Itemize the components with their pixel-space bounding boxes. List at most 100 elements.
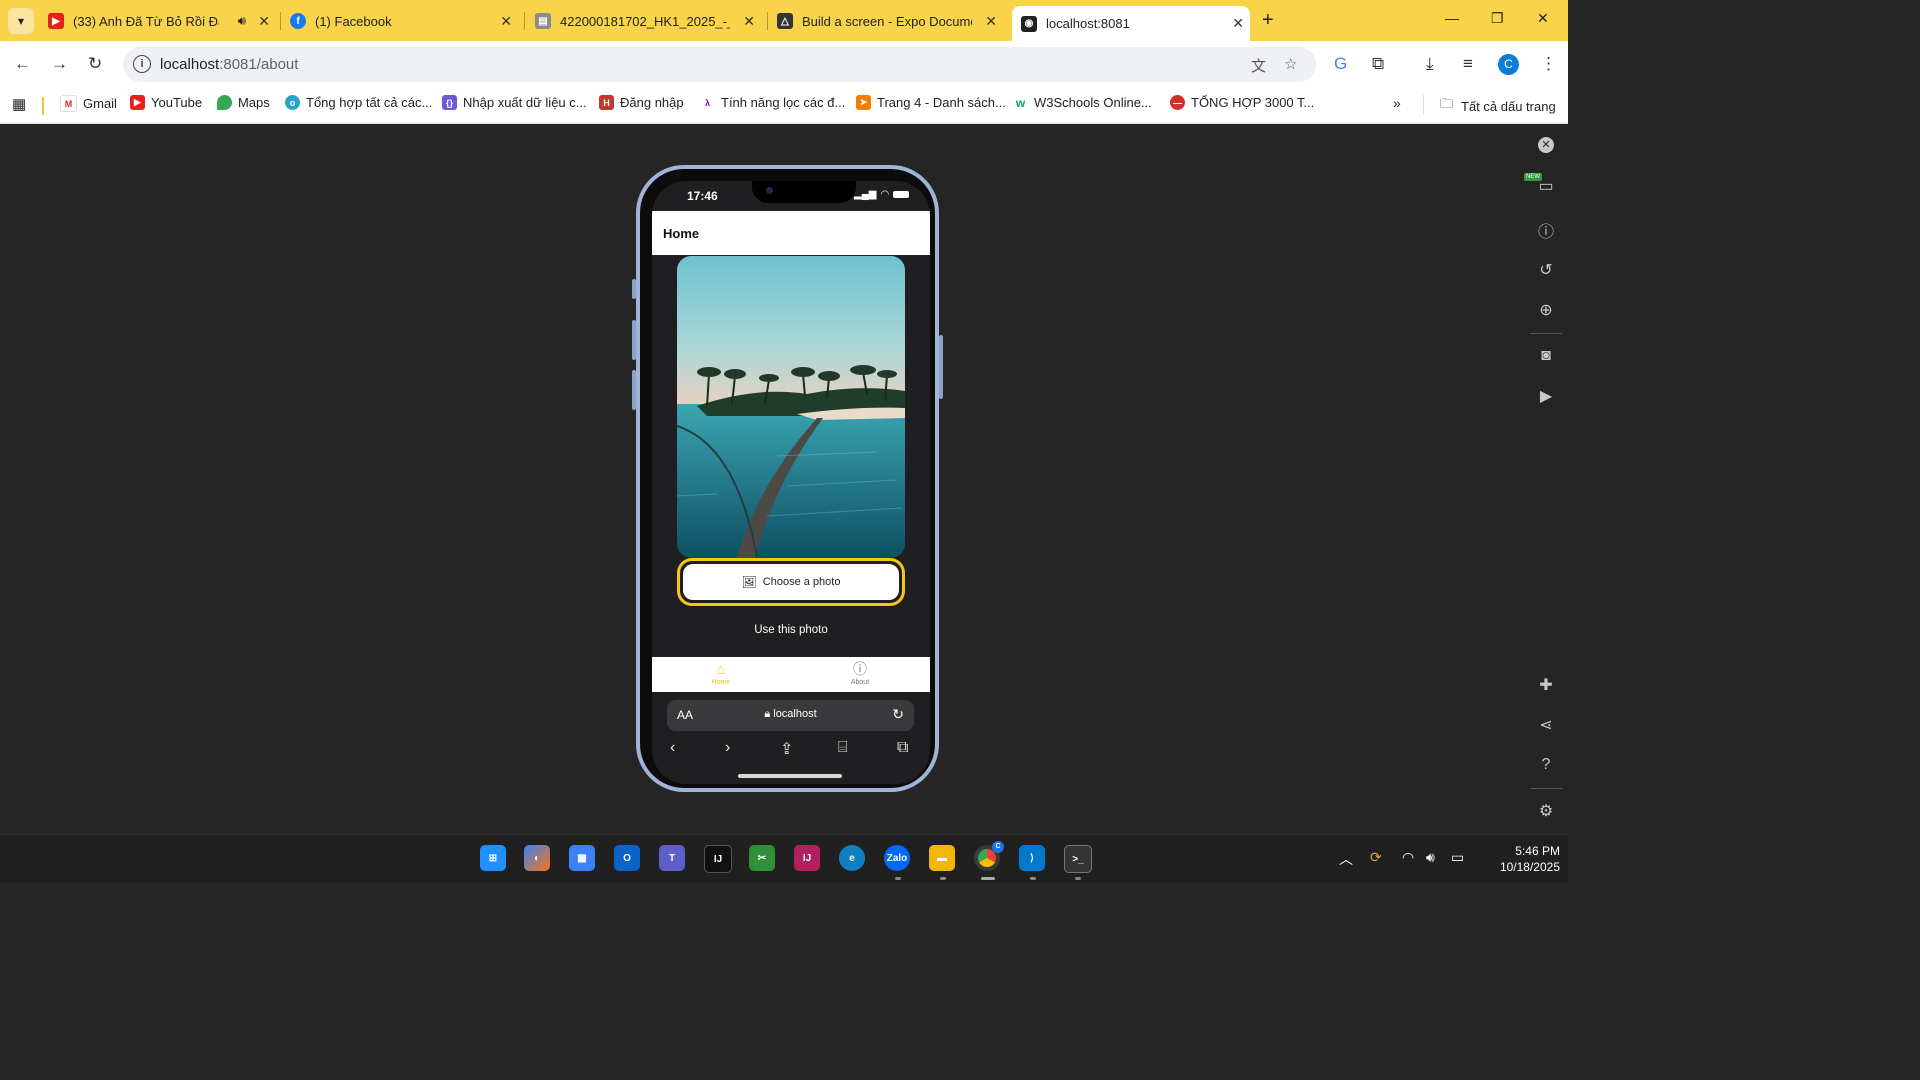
close-icon[interactable]: ✕ <box>258 13 270 30</box>
bookmark-gmail[interactable]: M Gmail <box>60 95 117 112</box>
bookmark-trang-4[interactable]: ➤ Trang 4 - Danh sách... <box>856 95 1006 110</box>
system-clock[interactable]: 5:46 PM 10/18/2025 <box>1476 843 1560 875</box>
tab-title: 422000181702_HK1_2025_-_202 <box>560 13 730 29</box>
tray-overflow-icon[interactable]: ︿ <box>1339 849 1353 869</box>
menu-kebab-icon[interactable]: ⋮ <box>1540 54 1557 74</box>
rotate-icon[interactable]: ↺ <box>1536 260 1556 280</box>
video-icon[interactable]: ▶ <box>1536 386 1556 406</box>
snipping-tool-icon[interactable]: ✂ <box>749 845 775 871</box>
close-icon[interactable]: ✕ <box>500 13 512 30</box>
gmail-icon: M <box>60 95 77 112</box>
store-icon[interactable]: ▦ <box>569 845 595 871</box>
tab-divider <box>524 12 525 30</box>
address-bar[interactable]: i localhost:8081/about 文 ☆ <box>123 47 1316 82</box>
settings-gear-icon[interactable]: ⚙ <box>1536 801 1556 821</box>
file-explorer-icon[interactable]: ▬ <box>929 845 955 871</box>
use-photo-button[interactable]: Use this photo <box>652 624 930 636</box>
battery-icon[interactable]: ▭ <box>1451 849 1464 866</box>
choose-photo-inner: 🖼︎ Choose a photo <box>683 564 899 600</box>
all-bookmarks-folder[interactable]: 🗀︎ Tất cả dấu trang <box>1440 95 1556 117</box>
safari-bookmarks-icon[interactable]: ⌸ <box>838 739 848 757</box>
site-icon: ➤ <box>856 95 871 110</box>
safari-address-bar[interactable]: AA 🔒︎ localhost ↻ <box>667 700 914 731</box>
safari-forward-icon[interactable]: › <box>725 739 730 757</box>
signal-icon: ▂▄▆ <box>854 189 877 200</box>
bookmark-nhap-xuat[interactable]: {} Nhập xuất dữ liệu c... <box>442 95 587 110</box>
safari-tabs-icon[interactable]: ⧉ <box>897 739 908 757</box>
bookmark-w3schools[interactable]: w W3Schools Online... <box>1013 95 1152 110</box>
edge-icon[interactable]: e <box>839 845 865 871</box>
url-text[interactable]: localhost:8081/about <box>160 56 298 73</box>
tab-localhost[interactable]: ◉ localhost:8081 ✕ <box>1012 6 1250 41</box>
tab-facebook[interactable]: f (1) Facebook ✕ <box>290 6 518 36</box>
more-bookmarks-icon[interactable]: » <box>1393 95 1401 111</box>
google-translate-extension-icon[interactable]: G <box>1334 54 1347 74</box>
close-icon[interactable]: ✕ <box>1232 15 1244 32</box>
bookmark-dang-nhap[interactable]: H Đăng nhập <box>599 95 684 110</box>
chrome-icon[interactable]: C <box>974 841 1004 871</box>
tab-about[interactable]: ⓘ About <box>820 661 900 686</box>
youtube-icon: ▶ <box>48 13 64 29</box>
tab-youtube[interactable]: ▶ (33) Anh Đã Từ Bỏ Rồi Đấy 🔊︎ ✕ <box>48 6 276 36</box>
safari-reload-icon[interactable]: ↻ <box>892 706 904 723</box>
phone-frame: 17:46 ▂▄▆ ◠ Home 🖼︎ Choose a photo Use t… <box>632 165 943 792</box>
share-icon[interactable]: ⋖ <box>1536 715 1556 735</box>
translate-icon[interactable]: 文 <box>1251 55 1266 76</box>
site-info-icon[interactable]: i <box>133 55 151 73</box>
info-icon[interactable]: ⓘ <box>1536 220 1556 241</box>
bookmark-youtube[interactable]: ▶ YouTube <box>130 95 202 110</box>
restore-button[interactable]: ❐ <box>1491 10 1504 27</box>
vscode-icon[interactable]: ⟩ <box>1019 845 1045 871</box>
puzzle-icon[interactable]: ✚ <box>1536 675 1556 695</box>
close-panel-icon[interactable]: ✕ <box>1536 135 1556 155</box>
bookmark-tinh-nang[interactable]: λ Tính năng lọc các đ... <box>700 95 845 110</box>
tab-home[interactable]: ⌂ Home <box>681 661 761 686</box>
back-button[interactable]: ← <box>14 54 31 74</box>
minimize-button[interactable]: — <box>1445 10 1459 26</box>
zalo-icon[interactable]: Zalo <box>884 845 910 871</box>
wifi-icon[interactable]: ◠ <box>1402 849 1414 866</box>
close-icon[interactable]: ✕ <box>743 13 755 30</box>
star-icon[interactable]: ☆ <box>1284 55 1297 73</box>
bookmark-tong-hop-3000[interactable]: — TỔNG HỢP 3000 T... <box>1170 95 1314 110</box>
speaker-icon[interactable]: 🔊︎ <box>238 13 246 29</box>
safari-back-icon[interactable]: ‹ <box>670 739 675 757</box>
windows-start-icon[interactable]: ⊞ <box>480 845 506 871</box>
reload-button[interactable]: ↻ <box>88 54 102 74</box>
tab-document[interactable]: ▤ 422000181702_HK1_2025_-_202 ✕ <box>535 6 761 36</box>
tab-expo[interactable]: △ Build a screen - Expo Documenta ✕ <box>777 6 1003 36</box>
choose-photo-button[interactable]: 🖼︎ Choose a photo <box>677 558 905 606</box>
download-icon[interactable]: ⤓ <box>1426 54 1434 74</box>
bookmark-maps[interactable]: Maps <box>217 95 270 110</box>
extensions-icon[interactable]: ⧉ <box>1372 54 1384 74</box>
teams-icon[interactable]: T <box>659 845 685 871</box>
copilot-icon[interactable]: ◐ <box>524 845 550 871</box>
outlook-icon[interactable]: O <box>614 845 640 871</box>
help-icon[interactable]: ? <box>1536 755 1556 775</box>
terminal-icon[interactable]: >_ <box>1064 845 1092 873</box>
safari-share-icon[interactable]: ⇪ <box>780 739 793 759</box>
sync-icon[interactable]: ⟳ <box>1370 849 1382 866</box>
tab-search-button[interactable]: ▾ <box>8 8 34 34</box>
close-icon[interactable]: ✕ <box>985 13 997 30</box>
panel-divider <box>1530 333 1562 334</box>
tab-title: (1) Facebook <box>315 13 392 29</box>
jetbrains-icon[interactable]: IJ <box>794 845 820 871</box>
intellij-icon[interactable]: IJ <box>704 845 732 873</box>
apps-grid-icon[interactable]: ▦ <box>12 95 26 113</box>
safari-url[interactable]: 🔒︎ localhost <box>667 708 914 721</box>
choose-photo-label: Choose a photo <box>762 576 841 588</box>
new-tab-button[interactable]: + <box>1262 9 1274 32</box>
profile-avatar[interactable]: C <box>1498 54 1519 75</box>
volume-icon[interactable]: 🔊︎ <box>1426 849 1435 866</box>
zoom-icon[interactable]: ⊕ <box>1536 300 1556 320</box>
device-frame-icon[interactable]: NEW ▭ <box>1524 173 1556 196</box>
media-control-icon[interactable]: ≡ <box>1463 54 1473 74</box>
running-indicator <box>1030 877 1036 880</box>
status-icons: ▂▄▆ ◠ <box>854 189 910 200</box>
close-window-button[interactable]: ✕ <box>1537 10 1549 27</box>
bookmark-divider <box>42 97 44 115</box>
bookmark-tong-hop[interactable]: o Tổng hợp tất cả các... <box>285 95 432 110</box>
forward-button[interactable]: → <box>51 54 68 74</box>
camera-icon[interactable]: ◙ <box>1536 346 1556 366</box>
